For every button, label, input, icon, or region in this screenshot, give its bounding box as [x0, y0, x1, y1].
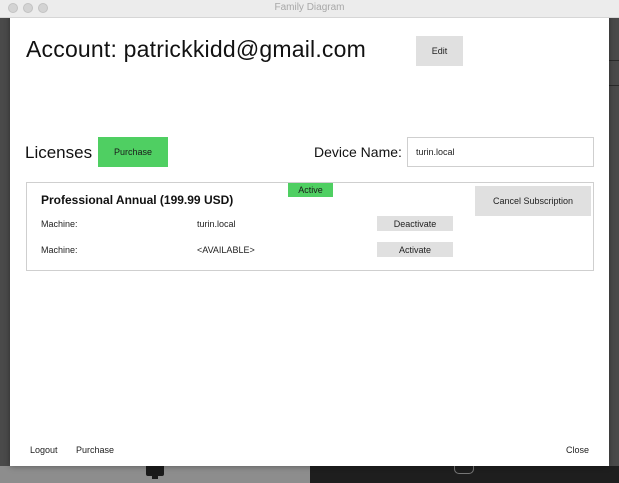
logout-link[interactable]: Logout: [30, 445, 58, 455]
close-link[interactable]: Close: [566, 445, 589, 455]
background-app-right: [609, 0, 619, 483]
machine-value: <AVAILABLE>: [197, 245, 255, 255]
license-card: Professional Annual (199.99 USD) Active …: [26, 182, 594, 271]
edit-account-button[interactable]: Edit: [416, 36, 463, 66]
account-dialog: Family Diagram Account: patrickkidd@gmai…: [0, 0, 619, 466]
deactivate-button[interactable]: Deactivate: [377, 216, 453, 231]
machine-label: Machine:: [41, 245, 78, 255]
device-name-input[interactable]: [407, 137, 594, 167]
device-name-label: Device Name:: [314, 144, 402, 160]
machine-label: Machine:: [41, 219, 78, 229]
status-badge: Active: [288, 183, 333, 197]
licenses-heading: Licenses: [25, 143, 93, 162]
machine-value: turin.local: [197, 219, 236, 229]
purchase-license-button[interactable]: Purchase: [98, 137, 168, 167]
license-plan-name: Professional Annual (199.99 USD): [41, 193, 234, 207]
title-bar: Family Diagram: [0, 0, 619, 18]
background-divider: [609, 85, 619, 86]
account-title: Account: patrickkidd@gmail.com: [26, 36, 366, 62]
purchase-link[interactable]: Purchase: [76, 445, 114, 455]
background-app-left: [0, 0, 10, 483]
window-title: Family Diagram: [274, 2, 345, 13]
cancel-subscription-button[interactable]: Cancel Subscription: [475, 186, 591, 216]
background-divider: [609, 60, 619, 61]
activate-button[interactable]: Activate: [377, 242, 453, 257]
screen: Family Diagram Account: patrickkidd@gmai…: [0, 0, 619, 483]
